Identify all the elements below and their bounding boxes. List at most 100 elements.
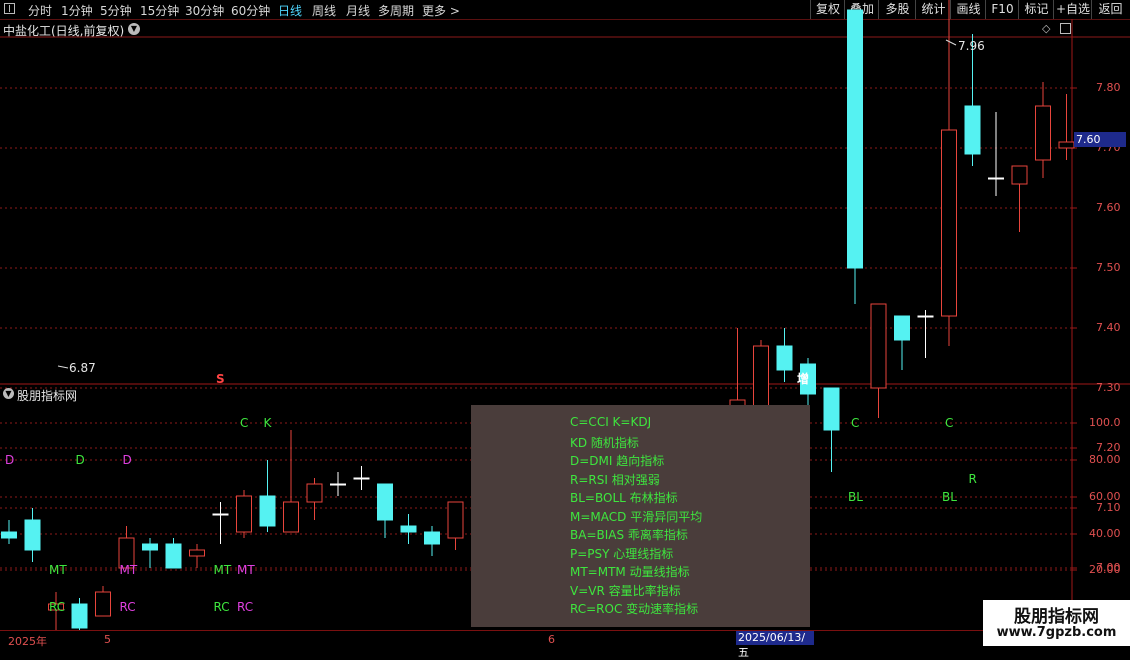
- candle[interactable]: [776, 328, 793, 382]
- candle[interactable]: [823, 387, 840, 472]
- candle-body: [259, 495, 276, 527]
- candle-body: [964, 105, 981, 155]
- indicator-signal: R: [968, 472, 977, 486]
- indicator-title: 股朋指标网: [17, 389, 78, 403]
- indicator-signal: RC: [213, 600, 230, 614]
- indicator-axis-label: 60.00: [1089, 490, 1121, 503]
- candle-body: [95, 591, 111, 617]
- indicator-signal: D: [75, 453, 85, 467]
- high-pointer: [945, 39, 957, 46]
- indicator-signal: MT: [237, 563, 255, 577]
- candle[interactable]: [917, 310, 934, 358]
- month-6-label: 6: [548, 633, 555, 646]
- candle[interactable]: [142, 538, 158, 568]
- low-pointer: [57, 365, 69, 369]
- candle-body: [353, 477, 370, 480]
- candle[interactable]: [118, 526, 135, 569]
- legend-line: P=PSY 心理线指标: [570, 546, 674, 561]
- candle-body: [165, 543, 182, 569]
- candle-body: [776, 345, 793, 371]
- candle[interactable]: [870, 303, 887, 418]
- candle[interactable]: [941, 0, 957, 346]
- price-label: 7.30: [1096, 381, 1121, 394]
- candle[interactable]: [894, 315, 910, 370]
- candle[interactable]: [71, 598, 88, 634]
- candle-body: [330, 483, 346, 486]
- candle-body: [988, 177, 1004, 180]
- indicator-signal: RC: [119, 600, 136, 614]
- candle[interactable]: [1035, 82, 1051, 178]
- candle[interactable]: [353, 466, 370, 490]
- price-label: 7.50: [1096, 261, 1121, 274]
- candle[interactable]: [95, 586, 111, 617]
- candle-body: [377, 483, 393, 521]
- candle[interactable]: [306, 478, 323, 520]
- watermark-url: www.7gpzb.com: [996, 625, 1117, 640]
- candle-body: [142, 543, 158, 551]
- indicator-collapse-icon[interactable]: ▼: [3, 388, 14, 399]
- candle-body: [447, 501, 464, 539]
- candle[interactable]: [424, 526, 440, 556]
- legend-line: RC=ROC 变动速率指标: [570, 602, 699, 616]
- candle[interactable]: [988, 112, 1004, 196]
- legend-line: R=RSI 相对强弱: [570, 472, 660, 487]
- indicator-axis-label: 100.0: [1089, 416, 1121, 429]
- candle-body: [1058, 141, 1075, 149]
- indicator-signal: MT: [213, 563, 232, 577]
- price-label: 7.60: [1096, 201, 1121, 214]
- candle[interactable]: [1011, 165, 1028, 232]
- year-label: 2025年: [8, 635, 47, 648]
- price-label: 7.40: [1096, 321, 1121, 334]
- legend-line: D=DMI 趋向指标: [570, 454, 665, 468]
- candle-body: [847, 9, 863, 269]
- price-label: 7.80: [1096, 81, 1121, 94]
- legend-line: M=MACD 平滑异同平均: [570, 509, 703, 524]
- candle[interactable]: [847, 9, 863, 304]
- candle-body: [306, 483, 323, 503]
- legend-line: V=VR 容量比率指标: [570, 583, 681, 598]
- candle[interactable]: [165, 538, 182, 569]
- indicator-axis-label: 40.00: [1089, 527, 1121, 540]
- indicator-signal: C: [945, 416, 954, 430]
- indicator-signal: RC: [49, 600, 66, 614]
- candle[interactable]: [1, 520, 17, 544]
- candle[interactable]: [24, 508, 41, 562]
- mark-s[interactable]: S: [216, 372, 225, 386]
- candle-body: [823, 387, 840, 431]
- month-5-label: 5: [104, 633, 111, 646]
- candle-body: [1011, 165, 1028, 185]
- candle-body: [917, 315, 934, 318]
- candle-body: [424, 531, 440, 545]
- candle[interactable]: [236, 490, 252, 538]
- candle-body: [236, 495, 252, 533]
- date-axis: 2025年 5 6: [0, 630, 1130, 651]
- candle-body: [941, 129, 957, 317]
- candle-body: [894, 315, 910, 341]
- indicator-axis-label: 20.00: [1089, 563, 1121, 576]
- candle-body: [1, 531, 17, 539]
- candle-body: [71, 603, 88, 629]
- indicator-signal: BL: [942, 490, 957, 504]
- candle[interactable]: [330, 472, 346, 496]
- candle[interactable]: [189, 544, 205, 568]
- high-price-label: 7.96: [958, 39, 985, 53]
- indicator-signal: D: [5, 453, 15, 467]
- mark-zeng[interactable]: 增: [797, 370, 809, 387]
- candle[interactable]: [964, 34, 981, 166]
- indicator-signal: MT: [49, 563, 67, 577]
- indicator-signal: RC: [237, 600, 254, 614]
- current-price-tag: 7.60: [1074, 132, 1126, 147]
- candle[interactable]: [259, 460, 276, 532]
- indicator-signal: D: [122, 453, 132, 467]
- indicator-signal: MT: [119, 563, 138, 577]
- candle-body: [1035, 105, 1051, 161]
- candle[interactable]: [400, 514, 417, 544]
- candle-body: [189, 549, 205, 557]
- candle[interactable]: [283, 430, 299, 533]
- candle[interactable]: [377, 483, 393, 538]
- indicator-axis-label: 80.00: [1089, 453, 1121, 466]
- candle[interactable]: [447, 501, 464, 550]
- indicator-signal: C: [851, 416, 860, 430]
- candle-body: [24, 519, 41, 551]
- watermark-title: 股朋指标网: [1014, 607, 1099, 627]
